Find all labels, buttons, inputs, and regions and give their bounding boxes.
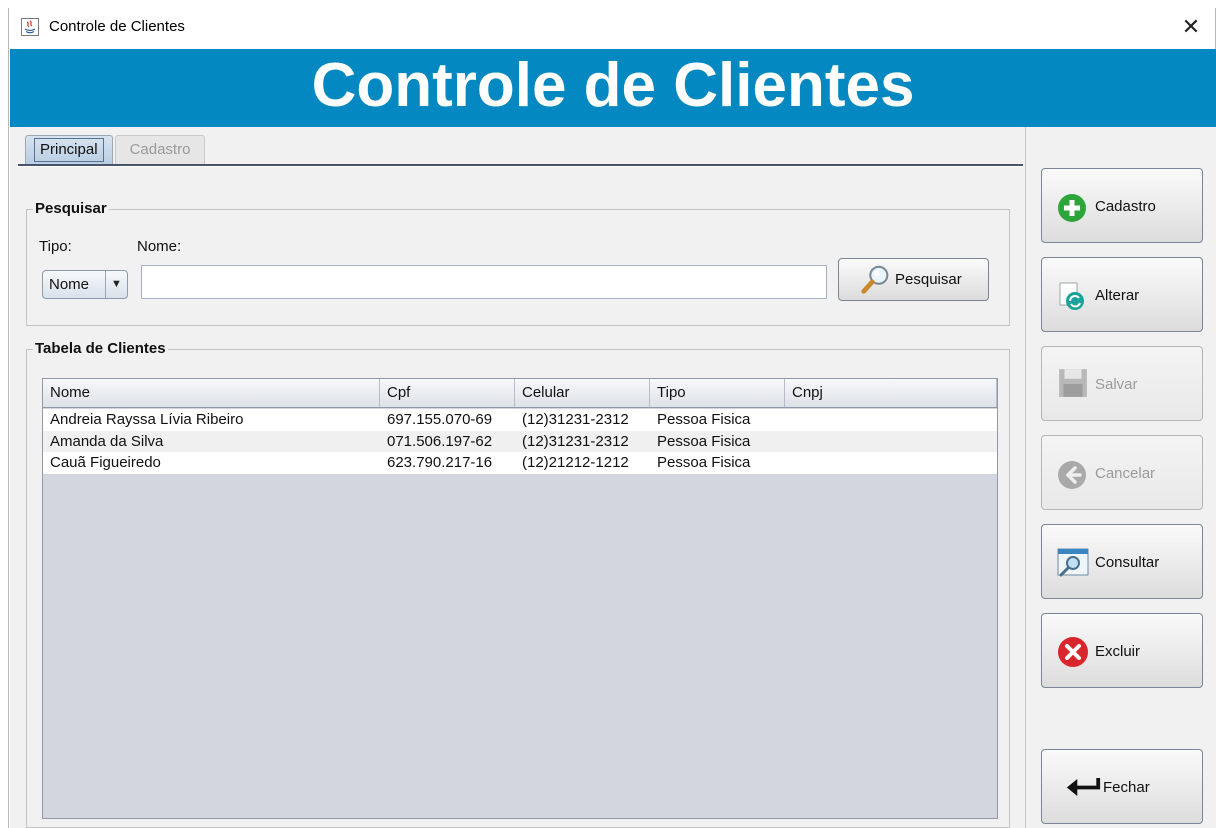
table-row[interactable]: Cauã Figueiredo 623.790.217-16 (12)21212…: [43, 452, 997, 474]
table-row[interactable]: Andreia Rayssa Lívia Ribeiro 697.155.070…: [43, 409, 997, 431]
cell-cnpj: [785, 452, 792, 473]
type-label: Tipo:: [39, 238, 72, 255]
left-pane: Principal Cadastro Pesquisar Tipo: Nome:…: [10, 127, 1023, 828]
clients-table-group: Tabela de Clientes Nome Cpf Celular Tipo…: [26, 340, 1010, 828]
cell-cnpj: [785, 431, 792, 452]
column-header-tipo[interactable]: Tipo: [650, 379, 785, 407]
cell-cpf: 697.155.070-69: [387, 411, 493, 428]
main-window: Controle de Clientes ✕ Controle de Clien…: [8, 8, 1216, 828]
cadastro-button-label: Cadastro: [1095, 198, 1156, 215]
clients-table-title: Tabela de Clientes: [33, 340, 168, 357]
search-window-icon: [1057, 548, 1089, 577]
back-arrow-icon: [1058, 461, 1086, 489]
search-group: Pesquisar Tipo: Nome: Nome ▼ Pesquisar: [26, 200, 1010, 326]
tab-divider: [18, 164, 1023, 167]
title-bar: Controle de Clientes ✕: [9, 8, 1215, 48]
cell-tipo: Pessoa Fisica: [657, 432, 751, 450]
magnifier-icon: [861, 265, 889, 294]
search-button[interactable]: Pesquisar: [838, 258, 989, 301]
name-label: Nome:: [137, 238, 182, 255]
return-arrow-icon: [1066, 778, 1101, 797]
column-header-cpf[interactable]: Cpf: [380, 379, 515, 407]
cell-nome: Cauã Figueiredo: [50, 454, 161, 471]
type-select[interactable]: Nome ▼: [42, 270, 128, 299]
salvar-button-label: Salvar: [1095, 376, 1138, 393]
chevron-down-icon: ▼: [105, 271, 127, 298]
cell-tipo: Pessoa Fisica: [657, 454, 751, 471]
delete-icon: [1058, 637, 1088, 667]
cadastro-button[interactable]: Cadastro: [1041, 168, 1203, 243]
alterar-button[interactable]: Alterar: [1041, 257, 1203, 332]
cell-cnpj: [785, 409, 792, 430]
consultar-button[interactable]: Consultar: [1041, 524, 1203, 599]
cancelar-button[interactable]: Cancelar: [1041, 435, 1203, 510]
table-header: Nome Cpf Celular Tipo Cnpj: [43, 379, 997, 408]
cancelar-button-label: Cancelar: [1095, 465, 1156, 482]
column-header-nome[interactable]: Nome: [43, 379, 380, 407]
search-group-title: Pesquisar: [33, 200, 109, 217]
search-button-label: Pesquisar: [895, 271, 962, 288]
add-icon: [1058, 194, 1086, 222]
app-banner: Controle de Clientes: [10, 49, 1216, 127]
edit-refresh-icon: [1059, 282, 1084, 310]
excluir-button[interactable]: Excluir: [1041, 613, 1203, 688]
cell-cpf: 623.790.217-16: [387, 454, 493, 471]
cell-nome: Amanda da Silva: [50, 432, 164, 450]
salvar-button[interactable]: Salvar: [1041, 346, 1203, 421]
column-header-celular[interactable]: Celular: [515, 379, 650, 407]
window-title: Controle de Clientes: [49, 18, 185, 35]
tab-principal[interactable]: Principal: [25, 135, 113, 165]
cell-tipo: Pessoa Fisica: [657, 411, 751, 428]
clients-table[interactable]: Nome Cpf Celular Tipo Cnpj Andreia Rayss…: [42, 378, 998, 819]
table-body: Andreia Rayssa Lívia Ribeiro 697.155.070…: [43, 409, 997, 474]
alterar-button-label: Alterar: [1095, 287, 1140, 304]
name-search-input[interactable]: [141, 265, 827, 299]
actions-pane: Cadastro Alterar Salvar Cancelar Consult…: [1025, 127, 1216, 828]
close-window-button[interactable]: ✕: [1177, 14, 1205, 42]
java-app-icon: [21, 18, 39, 36]
cell-cpf: 071.506.197-62: [387, 432, 493, 450]
floppy-disk-icon: [1059, 369, 1087, 397]
excluir-button-label: Excluir: [1095, 643, 1141, 660]
content-area: Principal Cadastro Pesquisar Tipo: Nome:…: [10, 127, 1216, 828]
column-header-cnpj[interactable]: Cnpj: [785, 379, 997, 407]
table-row[interactable]: Amanda da Silva 071.506.197-62 (12)31231…: [43, 430, 997, 452]
fechar-button[interactable]: Fechar: [1041, 749, 1203, 824]
type-select-value: Nome: [49, 276, 90, 293]
cell-celular: (12)31231-2312: [522, 432, 629, 450]
cell-nome: Andreia Rayssa Lívia Ribeiro: [50, 411, 244, 428]
cell-celular: (12)31231-2312: [522, 411, 629, 428]
tab-principal-label: Principal: [34, 138, 104, 162]
tab-cadastro[interactable]: Cadastro: [115, 135, 205, 165]
cell-celular: (12)21212-1212: [522, 454, 629, 471]
fechar-button-label: Fechar: [1103, 779, 1150, 796]
consultar-button-label: Consultar: [1095, 554, 1160, 571]
